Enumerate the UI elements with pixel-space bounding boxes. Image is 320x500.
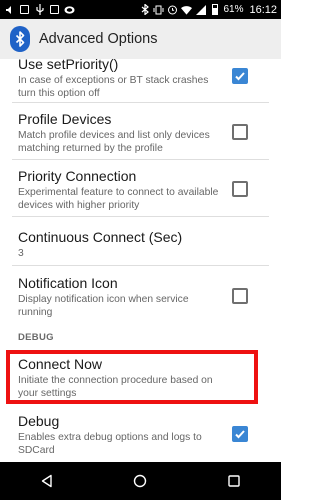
pref-title: Notification Icon	[18, 275, 118, 291]
status-left-icons	[4, 4, 75, 15]
pref-summary: In case of exceptions or BT stack crashe…	[18, 75, 209, 99]
nav-bar	[0, 462, 281, 500]
page-title: Advanced Options	[39, 31, 158, 47]
divider	[12, 102, 269, 103]
pref-title: Continuous Connect (Sec)	[18, 229, 183, 245]
pref-summary: Match profile devices and list only devi…	[18, 130, 210, 154]
wifi-icon	[181, 4, 193, 15]
status-bar: 61% 16:12	[0, 0, 281, 19]
divider	[12, 216, 269, 217]
bluetooth-icon	[139, 4, 150, 15]
usb-icon	[34, 4, 45, 15]
data-icon	[49, 4, 60, 15]
preference-list[interactable]: Use setPriority() In case of exceptions …	[0, 59, 281, 462]
divider	[12, 265, 269, 266]
divider	[12, 159, 269, 160]
pref-summary: Display notification icon when service r…	[18, 294, 189, 318]
clock: 16:12	[249, 3, 277, 16]
signal-icon	[195, 4, 206, 15]
status-right-icons: 61% 16:12	[139, 4, 277, 16]
back-icon[interactable]	[27, 462, 67, 500]
home-icon[interactable]	[120, 462, 160, 500]
priority-connection-checkbox[interactable]	[232, 181, 248, 197]
recents-icon[interactable]	[214, 462, 254, 500]
android-debug-icon	[64, 4, 75, 15]
pref-value: 3	[18, 248, 24, 259]
pref-title: Debug	[18, 413, 60, 429]
pref-connect-now[interactable]: Connect Now Initiate the connection proc…	[0, 356, 281, 400]
notification-icon-checkbox[interactable]	[232, 288, 248, 304]
sim-card-icon	[19, 4, 30, 15]
setpriority-checkbox[interactable]	[232, 68, 248, 84]
pref-title: Profile Devices	[18, 111, 112, 127]
pref-title: Priority Connection	[18, 168, 137, 184]
vibrate-icon	[153, 4, 164, 15]
pref-title: Use setPriority()	[18, 59, 119, 72]
debug-checkbox[interactable]	[232, 426, 248, 442]
pref-title: Connect Now	[18, 356, 103, 372]
bluetooth-icon[interactable]	[10, 26, 30, 52]
profile-devices-checkbox[interactable]	[232, 124, 248, 140]
pref-summary: Initiate the connection procedure based …	[18, 375, 213, 399]
app-bar: Advanced Options	[0, 19, 281, 59]
battery-percent: 61%	[223, 4, 244, 15]
pref-continuous-connect[interactable]: Continuous Connect (Sec) 3	[0, 229, 281, 260]
pref-summary: Enables extra debug options and logs to …	[18, 432, 202, 456]
category-header-debug: DEBUG	[18, 332, 54, 343]
battery-icon	[209, 4, 220, 15]
sound-icon	[4, 4, 15, 15]
pref-summary: Experimental feature to connect to avail…	[18, 187, 219, 211]
alarm-icon	[167, 4, 178, 15]
